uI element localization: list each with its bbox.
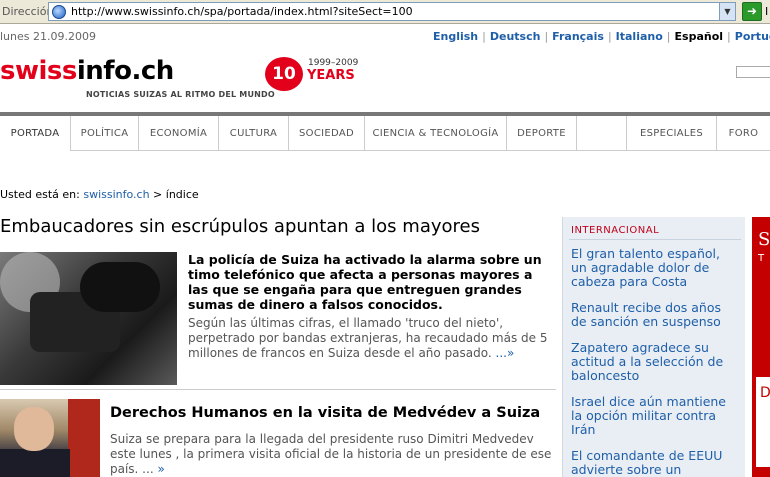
- lang-separator: |: [727, 30, 731, 43]
- second-article-body: Suiza se prepara para la llegada del pre…: [110, 432, 556, 477]
- date-label: lunes 21.09.2009: [0, 30, 96, 43]
- main-headline[interactable]: Embaucadores sin escrúpulos apuntan a lo…: [0, 216, 480, 237]
- language-switcher: English | Deutsch | Français | Italiano | Españo…: [433, 30, 770, 43]
- tab-deporte[interactable]: DEPORTE: [507, 116, 577, 151]
- lang-portugues[interactable]: Portugu: [735, 30, 770, 43]
- anniversary-range: 1999–2009: [308, 58, 359, 68]
- breadcrumb-home-link[interactable]: swissinfo.ch: [83, 188, 149, 201]
- article-lead: La policía de Suiza ha activado la alarm…: [188, 252, 542, 312]
- sidebar-news-item[interactable]: El comandante de EEUU advierte sobre un: [571, 449, 739, 477]
- tab-economia[interactable]: ECONOMÍA: [139, 116, 219, 151]
- article-body-text: Según las últimas cifras, el llamado 'tr…: [188, 316, 548, 360]
- article-photo-phone[interactable]: [0, 252, 177, 385]
- article-divider: [0, 389, 556, 390]
- logo-swiss: swiss: [0, 56, 77, 86]
- breadcrumb-separator: >: [153, 188, 163, 201]
- tab-portada[interactable]: PORTADA: [0, 116, 71, 151]
- address-url[interactable]: http://www.swissinfo.ch/spa/portada/inde…: [71, 5, 413, 18]
- address-label: Dirección: [2, 5, 54, 18]
- sidebar-news-item[interactable]: El gran talento español, un agradable do…: [571, 247, 739, 289]
- article-body: Según las últimas cifras, el llamado 'tr…: [188, 316, 552, 361]
- go-label[interactable]: I: [765, 5, 768, 18]
- tab-especiales[interactable]: ESPECIALES: [627, 116, 717, 151]
- breadcrumb-current: índice: [165, 188, 199, 201]
- ad-text-3: D: [760, 385, 770, 401]
- lang-espanol[interactable]: Español: [675, 30, 724, 43]
- lang-italiano[interactable]: Italiano: [616, 30, 663, 43]
- site-tagline: NOTICIAS SUIZAS AL RITMO DEL MUNDO: [86, 90, 275, 99]
- site-logo[interactable]: swissinfo.ch: [0, 56, 174, 86]
- go-arrow-icon[interactable]: ➜: [742, 2, 762, 21]
- breadcrumb: Usted está en: swissinfo.ch > índice: [0, 188, 199, 201]
- chevron-down-icon[interactable]: ▼: [719, 3, 735, 20]
- sidebar-news-item[interactable]: Zapatero agradece su actitud a la selecc…: [571, 341, 739, 383]
- advertisement-banner[interactable]: S T D: [752, 217, 770, 477]
- second-headline[interactable]: Derechos Humanos en la visita de Medvéde…: [110, 405, 540, 421]
- lang-separator: |: [544, 30, 549, 43]
- sidebar-list: El gran talento español, un agradable do…: [571, 247, 739, 477]
- photo-hand-shape: [80, 262, 160, 312]
- tab-sociedad[interactable]: SOCIEDAD: [289, 116, 365, 151]
- read-more-link[interactable]: ...»: [496, 346, 515, 360]
- nav-spacer: [577, 116, 627, 150]
- breadcrumb-prefix: Usted está en:: [0, 188, 80, 201]
- second-body-text: Suiza se prepara para la llegada del pre…: [110, 432, 552, 476]
- photo-suit-shape: [0, 449, 70, 477]
- lang-separator: |: [482, 30, 486, 43]
- photo-face-shape: [14, 407, 54, 451]
- ad-text-2: T: [758, 253, 765, 264]
- sidebar-title: INTERNACIONAL: [571, 225, 660, 236]
- search-input[interactable]: [736, 66, 770, 78]
- tab-politica[interactable]: POLÍTICA: [71, 116, 139, 151]
- article-photo-medvedev[interactable]: [0, 399, 100, 477]
- address-bar: Dirección http://www.swissinfo.ch/spa/po…: [0, 0, 770, 24]
- tab-foro[interactable]: FORO: [717, 116, 770, 151]
- ie-page-icon: [52, 5, 66, 19]
- main-nav: PORTADA POLÍTICA ECONOMÍA CULTURA SOCIED…: [0, 116, 770, 151]
- logo-info: info.ch: [76, 56, 174, 86]
- lang-english[interactable]: English: [433, 30, 478, 43]
- second-read-more-link[interactable]: »: [157, 462, 164, 476]
- sidebar-rule: [569, 239, 741, 240]
- sidebar-internacional: INTERNACIONAL El gran talento español, u…: [562, 217, 745, 477]
- tab-ciencia-tecnologia[interactable]: CIENCIA & TECNOLOGÍA: [365, 116, 507, 151]
- anniversary-badge: 10: [265, 57, 303, 91]
- sidebar-news-item[interactable]: Israel dice aún mantiene la opción milit…: [571, 395, 739, 437]
- lang-separator: |: [607, 30, 612, 43]
- lang-separator: |: [666, 30, 671, 43]
- tab-cultura[interactable]: CULTURA: [219, 116, 289, 151]
- lang-deutsch[interactable]: Deutsch: [490, 30, 541, 43]
- ad-text-1: S: [758, 229, 770, 250]
- ad-box: D: [756, 377, 770, 467]
- sidebar-news-item[interactable]: Renault recibe dos años de sanción en su…: [571, 301, 739, 329]
- photo-flag-shape: [68, 399, 100, 477]
- lang-francais[interactable]: Français: [552, 30, 604, 43]
- anniversary-label: YEARS: [307, 68, 355, 83]
- address-input[interactable]: http://www.swissinfo.ch/spa/portada/inde…: [48, 2, 736, 21]
